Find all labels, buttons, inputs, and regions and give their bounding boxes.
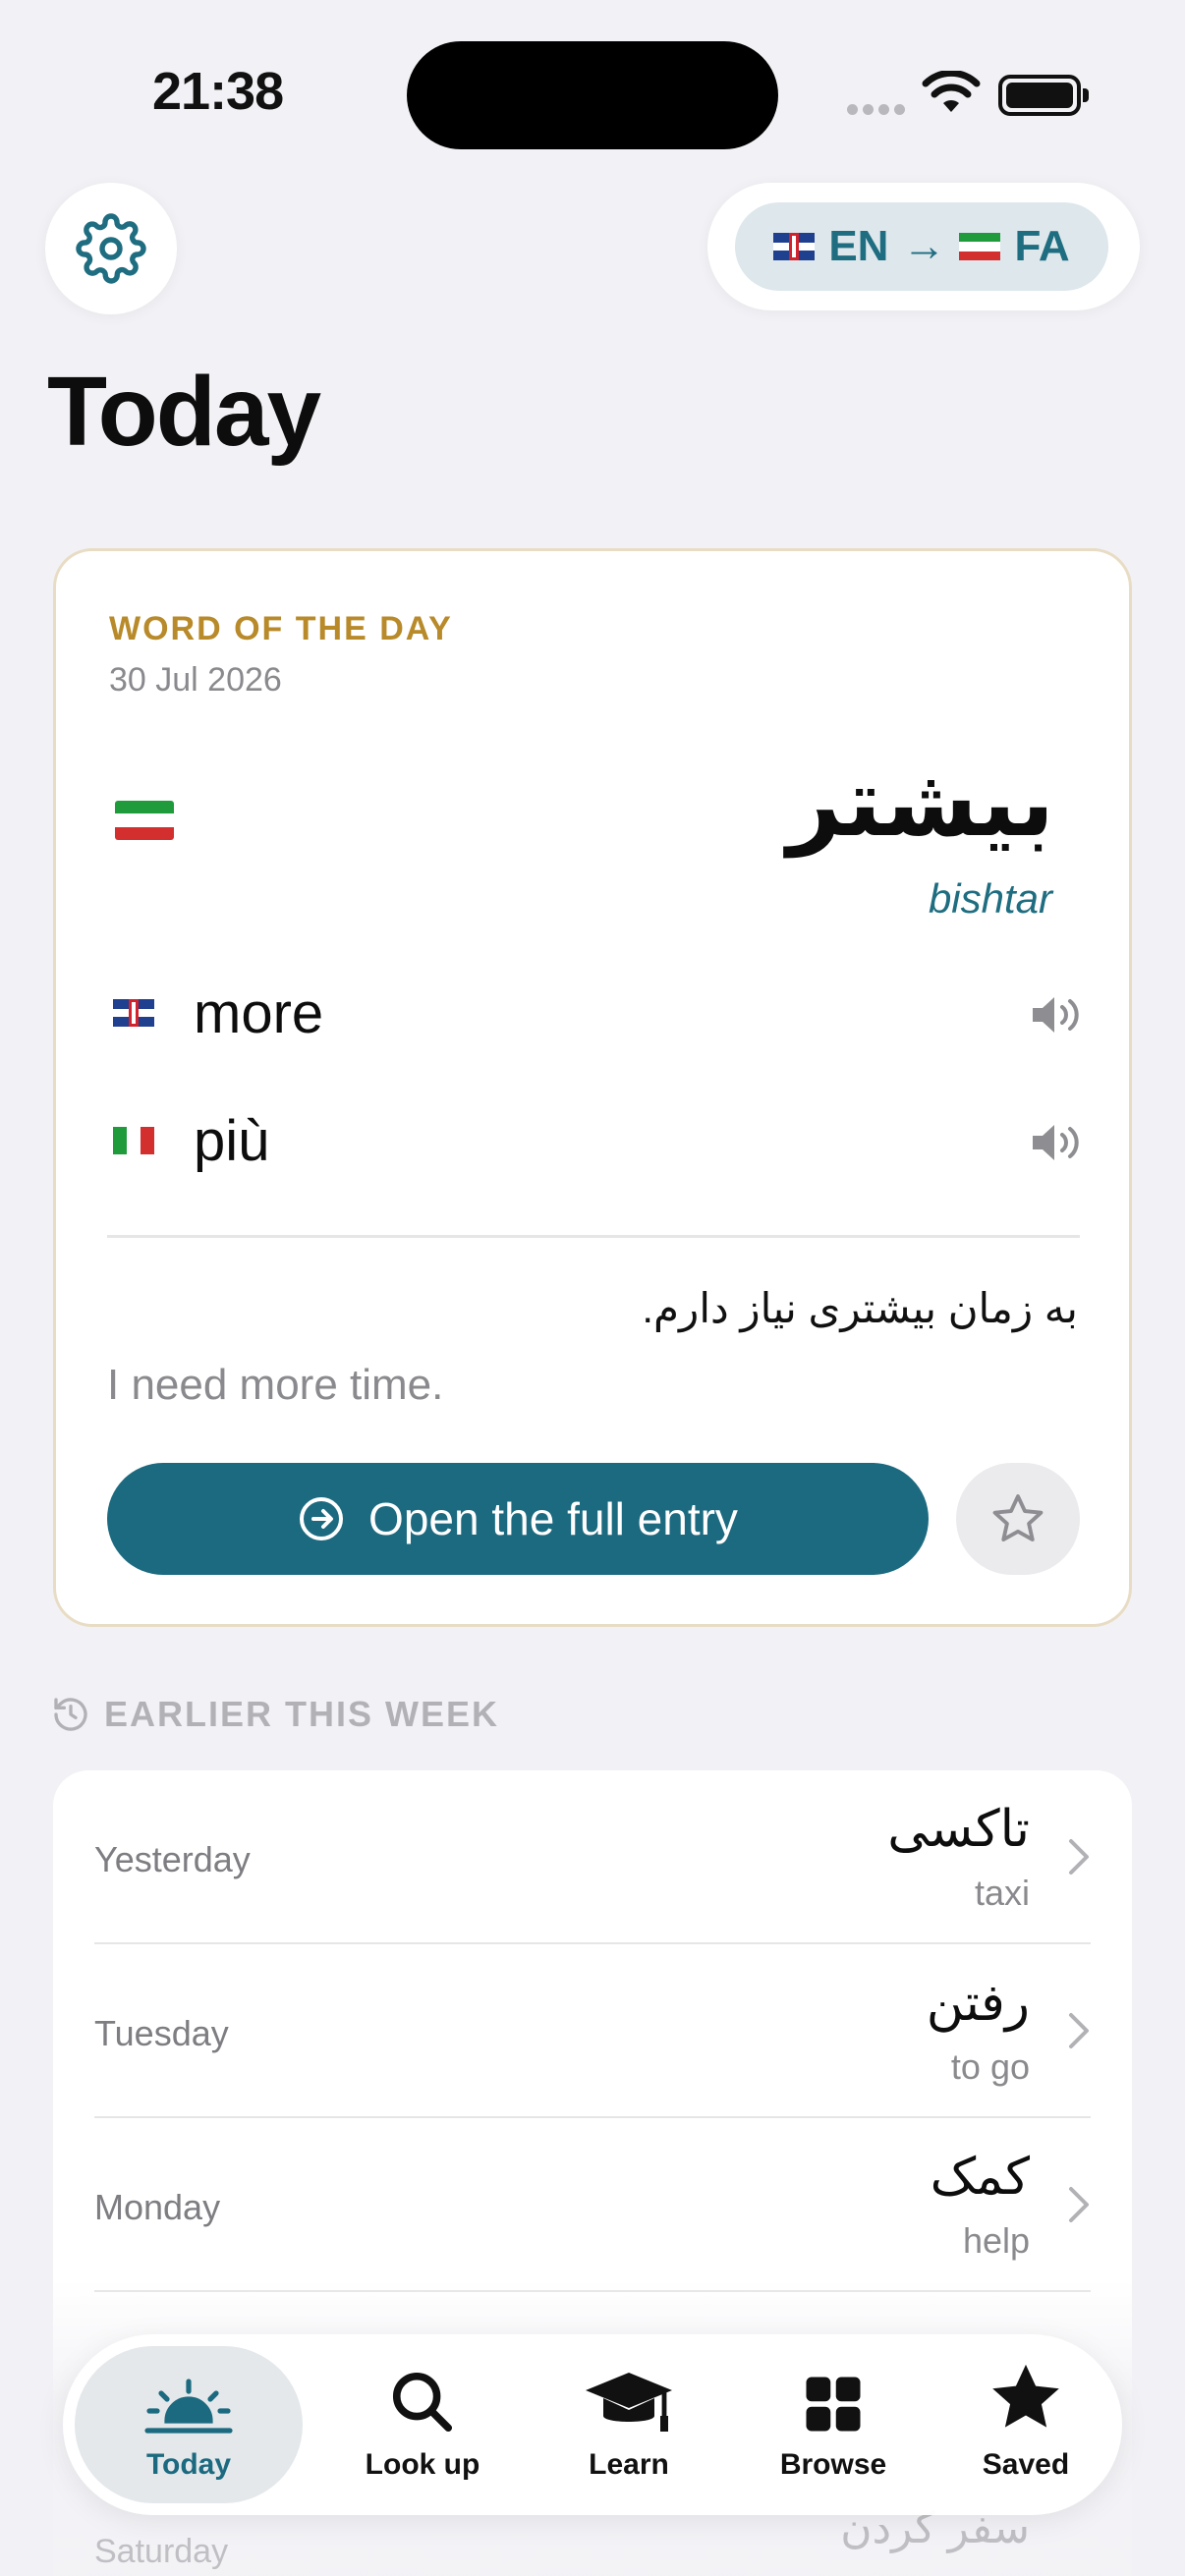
status-bar: 21:38 — [0, 0, 1185, 196]
history-day: Tuesday — [94, 2013, 229, 2053]
history-day: Monday — [94, 2187, 221, 2227]
example-sentence: به زمان بیشتری نیاز دارم. — [642, 1285, 1078, 1331]
language-pair-pill[interactable]: EN → FA — [735, 202, 1108, 291]
divider — [107, 1235, 1080, 1238]
word-of-the-day-card: WORD OF THE DAY 30 Jul 2026 بیشتر bishta… — [53, 548, 1132, 1627]
language-pair-selector[interactable]: EN → FA — [707, 183, 1140, 310]
translation-text: più — [194, 1108, 270, 1173]
history-day: Yesterday — [94, 1839, 251, 1879]
star-icon — [992, 2364, 1059, 2428]
arrow-right-icon: → — [902, 222, 946, 270]
history-icon — [54, 1698, 87, 1731]
history-day-peek: Saturday — [94, 2533, 229, 2570]
tab-look-up[interactable]: Look up — [324, 2346, 521, 2503]
list-item[interactable]: Yesterday تاکسی taxi — [53, 1770, 1132, 1944]
iran-flag-icon — [959, 233, 1001, 260]
history-translation: to go — [950, 2046, 1030, 2087]
arrow-circle-right-icon — [300, 1497, 344, 1540]
list-item[interactable]: Monday کمک help — [53, 2118, 1132, 2292]
open-full-entry-button[interactable]: Open the full entry — [107, 1463, 929, 1575]
page-title: Today — [47, 357, 321, 467]
section-label-text: EARLIER THIS WEEK — [104, 1694, 500, 1734]
speaker-icon[interactable] — [1027, 1121, 1082, 1164]
graduation-cap-icon — [586, 2373, 672, 2432]
gear-icon — [76, 213, 146, 284]
source-language: EN — [828, 222, 889, 270]
tab-today[interactable]: Today — [75, 2346, 303, 2503]
tab-saved[interactable]: Saved — [928, 2346, 1124, 2503]
history-word: کمک — [930, 2149, 1030, 2206]
list-item[interactable]: Tuesday رفتن to go — [53, 1944, 1132, 2118]
tab-label: Saved — [982, 2448, 1070, 2481]
tab-label: Browse — [779, 2448, 887, 2481]
grid-icon — [806, 2377, 861, 2432]
tab-label: Today — [145, 2448, 232, 2481]
section-label: EARLIER THIS WEEK — [51, 1694, 499, 1735]
target-language: FA — [1014, 222, 1070, 270]
tab-browse[interactable]: Browse — [735, 2346, 931, 2503]
status-time: 21:38 — [152, 62, 284, 121]
word-of-the-day-word: بیشتر — [787, 751, 1054, 856]
uk-flag-icon — [113, 999, 154, 1027]
translation-row-english: more — [109, 974, 1082, 1052]
dynamic-island — [407, 41, 778, 149]
transliteration: bishtar — [928, 875, 1052, 922]
history-translation: help — [962, 2220, 1030, 2261]
speaker-icon[interactable] — [1027, 993, 1082, 1036]
tab-label: Look up — [365, 2448, 480, 2481]
sunrise-icon — [144, 2379, 233, 2434]
settings-button[interactable] — [45, 183, 177, 314]
history-word: تاکسی — [887, 1801, 1030, 1858]
uk-flag-icon — [773, 233, 816, 260]
tab-label: Learn — [589, 2448, 669, 2481]
chevron-right-icon — [1069, 2013, 1089, 2048]
tab-learn[interactable]: Learn — [531, 2346, 727, 2503]
word-of-the-day-date: 30 Jul 2026 — [109, 661, 282, 699]
history-word: رفتن — [926, 1975, 1030, 2032]
save-word-button[interactable] — [956, 1463, 1080, 1575]
open-full-entry-label: Open the full entry — [368, 1493, 738, 1544]
italy-flag-icon — [113, 1127, 154, 1154]
battery-icon — [998, 75, 1089, 116]
iran-flag-icon — [115, 801, 174, 840]
star-outline-icon — [992, 1494, 1044, 1541]
translation-row-italian: più — [109, 1101, 1082, 1180]
wifi-icon — [922, 71, 981, 112]
history-translation: taxi — [974, 1873, 1030, 1913]
translation-text: more — [194, 980, 324, 1045]
cellular-signal-icon — [847, 102, 910, 120]
chevron-right-icon — [1069, 1839, 1089, 1875]
search-icon — [392, 2372, 453, 2433]
chevron-right-icon — [1069, 2187, 1089, 2222]
word-of-the-day-label: WORD OF THE DAY — [109, 610, 453, 647]
example-translation: I need more time. — [107, 1361, 444, 1409]
tab-bar: Today Look up Learn Browse Saved — [63, 2334, 1122, 2515]
